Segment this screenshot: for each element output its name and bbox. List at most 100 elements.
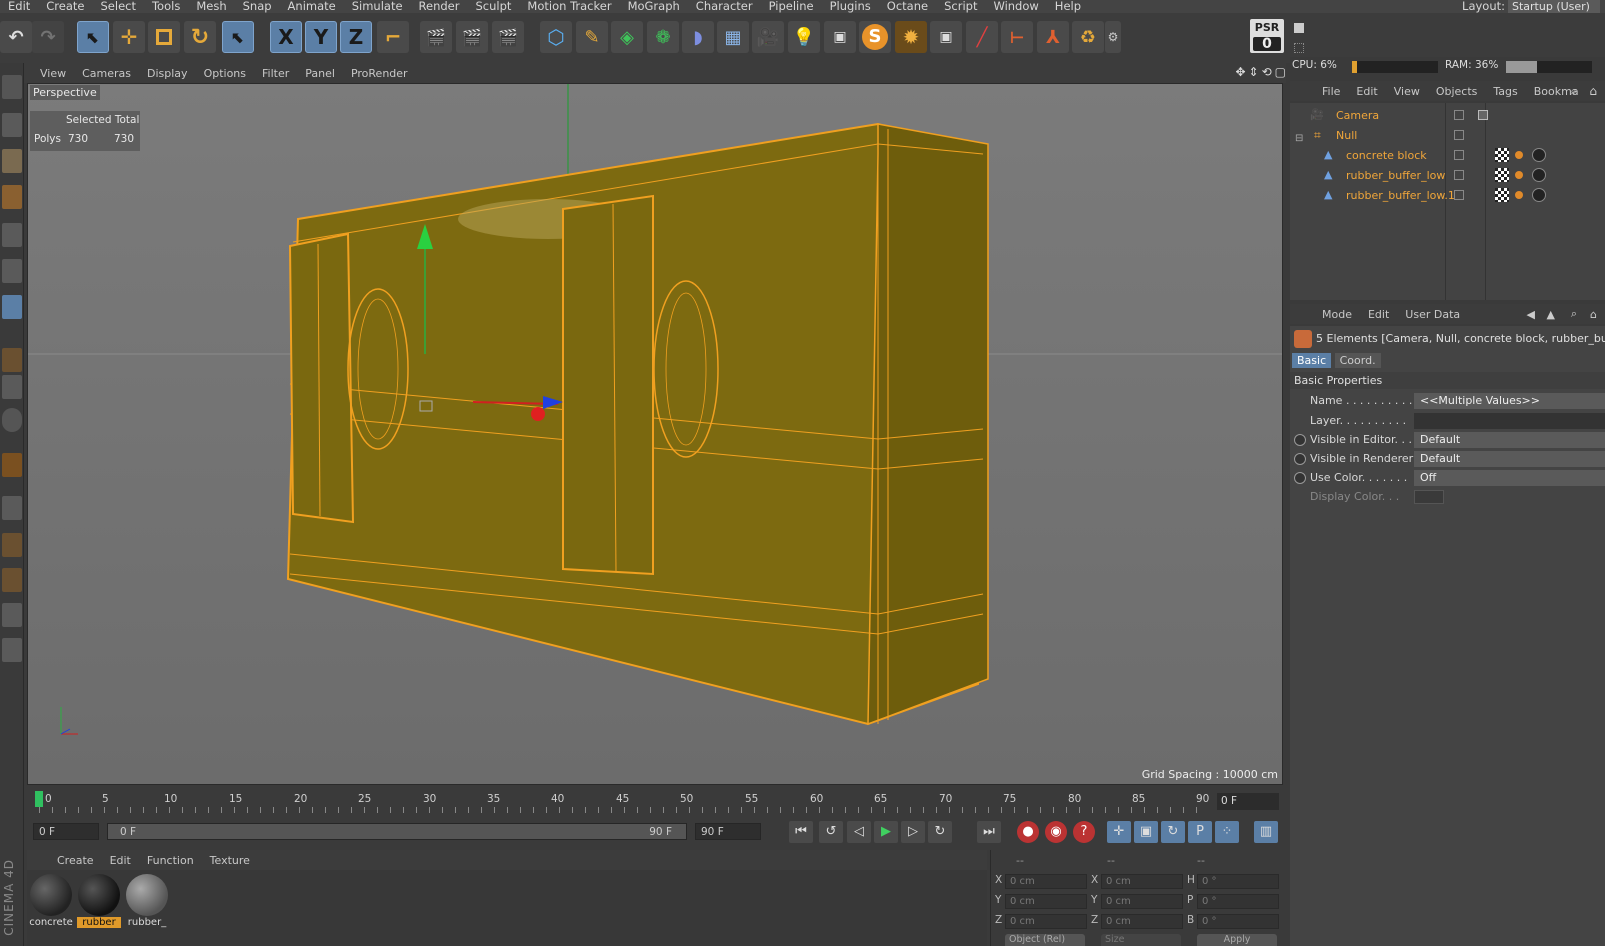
menu-edit[interactable]: Edit — [0, 0, 38, 13]
panel-grip-icon[interactable] — [1294, 43, 1304, 53]
record-parameter-button[interactable]: P — [1188, 821, 1212, 843]
object-row-camera[interactable]: 🎥 Camera — [1290, 106, 1605, 125]
subdivision-surface-button[interactable]: ◈ — [611, 21, 643, 53]
size-x-field[interactable]: 0 cm — [1101, 874, 1183, 889]
viewport-solo-button[interactable] — [2, 638, 22, 662]
material-tag-icon[interactable] — [1532, 148, 1546, 162]
position-y-field[interactable]: 0 cm — [1005, 894, 1087, 909]
name-field[interactable]: <<Multiple Values>> — [1414, 393, 1605, 409]
object-menu-edit[interactable]: Edit — [1348, 85, 1385, 98]
object-row-rubber-buffer-low-1[interactable]: ▲ rubber_buffer_low.1 — [1290, 186, 1605, 205]
object-menu-objects[interactable]: Objects — [1428, 85, 1486, 98]
snap-icon[interactable] — [2, 408, 22, 432]
menu-motion-tracker[interactable]: Motion Tracker — [519, 0, 619, 13]
display-color-swatch[interactable] — [1414, 490, 1444, 504]
coordinate-system-button[interactable]: ⌐ — [377, 21, 409, 53]
timeline-window-button[interactable]: ▥ — [1254, 821, 1278, 843]
record-position-button[interactable]: ✛ — [1107, 821, 1131, 843]
record-scale-button[interactable]: ▣ — [1134, 821, 1158, 843]
render-settings-button[interactable]: 🎬 — [492, 21, 524, 53]
viewport-menu-options[interactable]: Options — [196, 67, 254, 80]
recycle-tool-button[interactable]: ♻ — [1072, 21, 1104, 53]
workplane-grid-button[interactable] — [2, 496, 22, 520]
material-tag-icon[interactable] — [1532, 188, 1546, 202]
cube-primitive-button[interactable]: ⬡ — [540, 21, 572, 53]
record-active-objects-button[interactable]: ● — [1017, 821, 1039, 843]
cloner-button[interactable]: ❁ — [647, 21, 679, 53]
previous-frame-button[interactable]: ◁ — [847, 821, 871, 843]
timeline[interactable]: 0 5 10 15 20 25 30 35 40 45 50 55 60 65 … — [27, 787, 1283, 817]
object-row-rubber-buffer-low[interactable]: ▲ rubber_buffer_low — [1290, 166, 1605, 185]
panel-grip-icon[interactable] — [1294, 23, 1304, 33]
undo-button[interactable]: ↶ — [0, 21, 32, 53]
live-selection-button[interactable]: ⬉ — [77, 21, 109, 53]
current-frame-field[interactable]: 0 F — [1217, 793, 1279, 810]
material-swatch[interactable]: concrete — [29, 873, 73, 933]
visible-in-editor-select[interactable]: Default — [1414, 432, 1605, 448]
search-icon[interactable]: ⌕ — [1571, 307, 1577, 321]
phong-tag-icon[interactable] — [1515, 151, 1523, 159]
menu-octane[interactable]: Octane — [879, 0, 936, 13]
viewport-menu-cameras[interactable]: Cameras — [74, 67, 139, 80]
object-name[interactable]: Camera — [1336, 106, 1379, 125]
menu-mograph[interactable]: MoGraph — [620, 0, 688, 13]
attribute-menu-mode[interactable]: Mode — [1314, 308, 1360, 321]
coord-size-select[interactable]: Size — [1101, 934, 1181, 946]
menu-help[interactable]: Help — [1047, 0, 1089, 13]
magnet-icon[interactable] — [2, 453, 22, 477]
go-to-end-button[interactable]: ⏭ — [977, 821, 1001, 843]
menu-character[interactable]: Character — [688, 0, 761, 13]
viewport-menu-filter[interactable]: Filter — [254, 67, 297, 80]
axis-mode-button[interactable] — [2, 348, 22, 372]
object-menu-view[interactable]: View — [1386, 85, 1428, 98]
make-editable-button[interactable] — [2, 75, 22, 99]
size-z-field[interactable]: 0 cm — [1101, 914, 1183, 929]
edges-mode-button[interactable] — [2, 259, 22, 283]
camera-button[interactable]: 🎥 — [752, 21, 784, 53]
octane-settings-button[interactable]: ▣ — [824, 21, 856, 53]
menu-plugins[interactable]: Plugins — [822, 0, 879, 13]
coord-mode-select[interactable]: Object (Rel) — [1005, 934, 1085, 946]
menu-animate[interactable]: Animate — [280, 0, 344, 13]
position-x-field[interactable]: 0 cm — [1005, 874, 1087, 889]
up-arrow-icon[interactable]: ▲ — [1547, 308, 1555, 321]
object-flags[interactable] — [1450, 166, 1490, 185]
menu-snap[interactable]: Snap — [235, 0, 280, 13]
menu-tools[interactable]: Tools — [144, 0, 188, 13]
object-flags[interactable] — [1450, 186, 1490, 205]
position-z-field[interactable]: 0 cm — [1005, 914, 1087, 929]
material-swatch[interactable]: rubber_ — [125, 873, 169, 933]
visible-in-renderer-select[interactable]: Default — [1414, 451, 1605, 467]
layout-select[interactable]: Startup (User) — [1508, 0, 1600, 13]
material-tag-icon[interactable] — [1532, 168, 1546, 182]
menu-select[interactable]: Select — [93, 0, 144, 13]
object-row-null[interactable]: ⊟ ⌗ Null — [1290, 126, 1605, 145]
menu-script[interactable]: Script — [936, 0, 985, 13]
material-menu-edit[interactable]: Edit — [102, 854, 139, 867]
joint-tool-button[interactable]: ⅄ — [1037, 21, 1069, 53]
axis-z-button[interactable]: Z — [340, 21, 372, 53]
tweak-mode-button[interactable] — [2, 375, 22, 399]
object-row-concrete-block[interactable]: ▲ concrete block — [1290, 146, 1605, 165]
model-mode-button[interactable] — [2, 113, 22, 137]
rotation-b-field[interactable]: 0 ° — [1197, 914, 1279, 929]
animate-radio[interactable] — [1294, 453, 1306, 465]
next-frame-button[interactable]: ▷ — [901, 821, 925, 843]
menu-sculpt[interactable]: Sculpt — [468, 0, 520, 13]
hierarchy-tool-button[interactable]: ⊢ — [1001, 21, 1033, 53]
axis-x-button[interactable]: X — [270, 21, 302, 53]
texture-tag-icon[interactable] — [1495, 168, 1509, 182]
axis-y-button[interactable]: Y — [305, 21, 337, 53]
object-name[interactable]: rubber_buffer_low.1 — [1346, 186, 1455, 205]
material-menu-texture[interactable]: Texture — [202, 854, 258, 867]
material-swatch[interactable]: rubber — [77, 873, 121, 933]
use-color-select[interactable]: Off — [1414, 470, 1605, 486]
attribute-menu-user-data[interactable]: User Data — [1397, 308, 1468, 321]
viewport-menu-prorender[interactable]: ProRender — [343, 67, 416, 80]
object-menu-bookmarks[interactable]: Bookma — [1526, 85, 1587, 98]
floor-button[interactable]: ▦ — [717, 21, 749, 53]
rotate-tool-button[interactable]: ↻ — [184, 21, 216, 53]
layer-field[interactable] — [1414, 413, 1605, 429]
object-flags[interactable] — [1450, 146, 1490, 165]
menu-mesh[interactable]: Mesh — [188, 0, 234, 13]
